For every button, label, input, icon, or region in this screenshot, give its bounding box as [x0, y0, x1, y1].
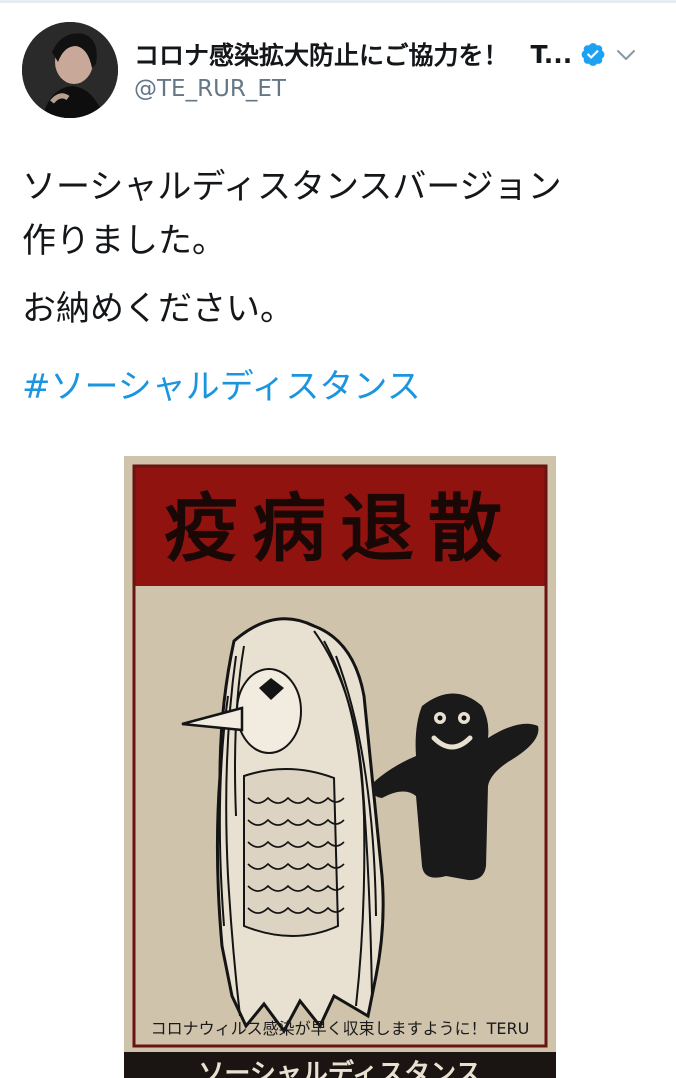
- tweet-text-line: お納めください。: [22, 289, 294, 329]
- poster-title: 疫病退散: [164, 486, 516, 572]
- tweet-text-line: ソーシャルディスタンスバージョン: [22, 167, 562, 207]
- tweet-header: コロナ感染拡大防止にご協力を！ T... @TE_RUR_ET: [22, 22, 662, 118]
- author-display-name[interactable]: コロナ感染拡大防止にご協力を！: [134, 36, 509, 72]
- author-handle[interactable]: @TE_RUR_ET: [134, 76, 654, 102]
- author-block: コロナ感染拡大防止にご協力を！ T... @TE_RUR_ET: [134, 36, 654, 102]
- verified-badge-icon: [580, 41, 606, 67]
- tweet-text-line: 作りました。: [22, 221, 226, 261]
- tweet-media-image[interactable]: 疫病退散 コロナウィルス感染が早く収束しますように！TERU ソーシャルディスタ…: [124, 456, 556, 1078]
- author-display-name-overflow[interactable]: T...: [531, 40, 573, 69]
- author-avatar[interactable]: [22, 22, 118, 118]
- chevron-down-icon[interactable]: [614, 42, 638, 66]
- hashtag-link[interactable]: #ソーシャルディスタンス: [22, 360, 421, 414]
- tweet-text: ソーシャルディスタンスバージョン 作りました。 お納めください。: [22, 160, 658, 336]
- display-name-line: コロナ感染拡大防止にご協力を！ T...: [134, 36, 654, 72]
- poster-caption: コロナウィルス感染が早く収束しますように！TERU: [151, 1019, 530, 1038]
- poster-bottom-band-text: ソーシャルディスタンス: [198, 1058, 481, 1078]
- top-divider: [0, 0, 676, 3]
